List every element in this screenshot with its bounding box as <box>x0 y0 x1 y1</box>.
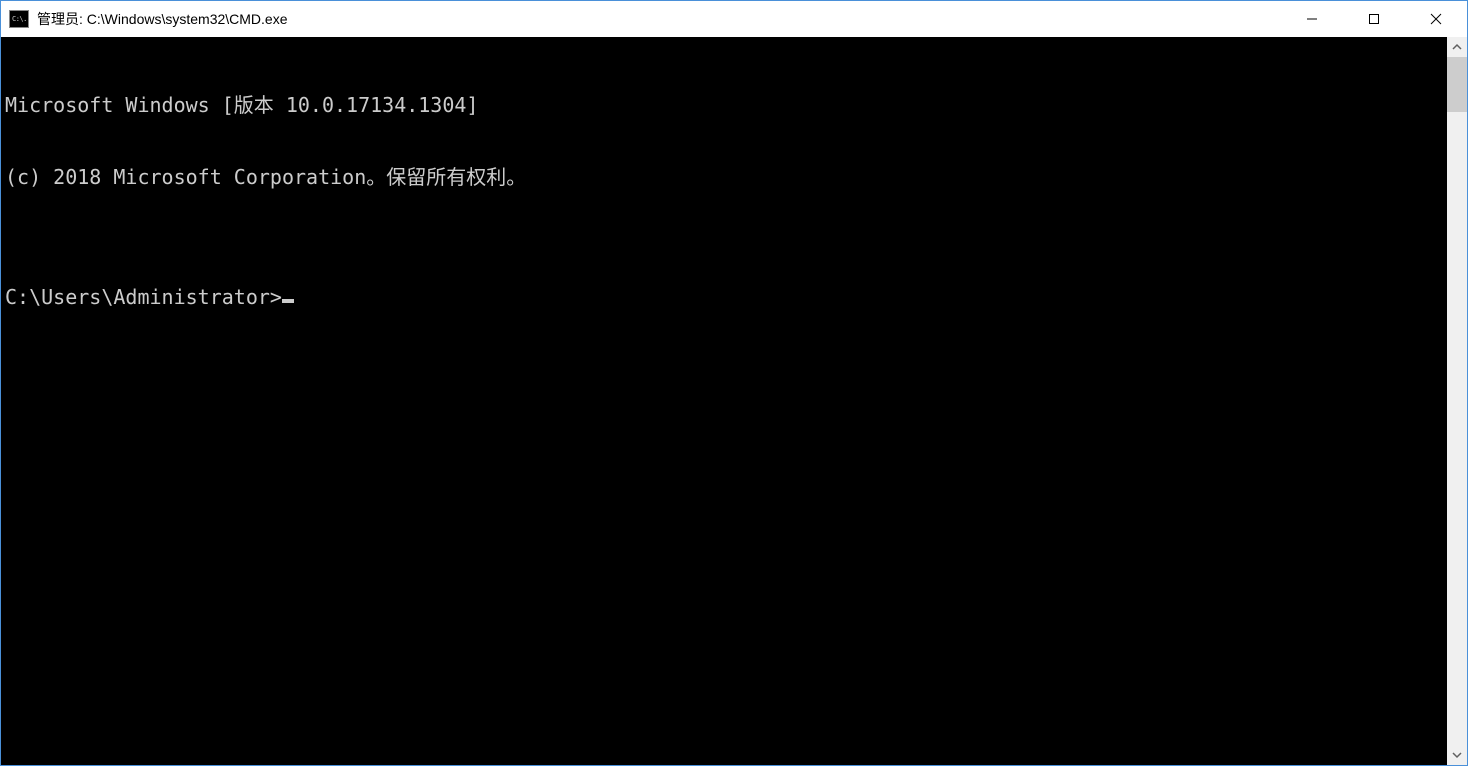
terminal-prompt: C:\Users\Administrator> <box>5 285 282 309</box>
maximize-button[interactable] <box>1343 1 1405 37</box>
close-button[interactable] <box>1405 1 1467 37</box>
titlebar[interactable]: C:\. 管理员: C:\Windows\system32\CMD.exe <box>1 1 1467 37</box>
terminal-prompt-line: C:\Users\Administrator> <box>5 285 1443 309</box>
terminal-body: Microsoft Windows [版本 10.0.17134.1304] (… <box>1 37 1467 765</box>
cmd-icon: C:\. <box>9 10 29 28</box>
window-title: 管理员: C:\Windows\system32\CMD.exe <box>37 9 1281 29</box>
vertical-scrollbar[interactable] <box>1447 37 1467 765</box>
chevron-up-icon <box>1452 42 1462 52</box>
cmd-icon-text: C:\. <box>12 16 27 23</box>
terminal-cursor <box>282 299 294 303</box>
terminal-output-line: Microsoft Windows [版本 10.0.17134.1304] <box>5 93 1443 117</box>
terminal-content[interactable]: Microsoft Windows [版本 10.0.17134.1304] (… <box>1 37 1447 765</box>
scroll-track[interactable] <box>1447 57 1467 745</box>
scroll-down-button[interactable] <box>1447 745 1467 765</box>
scroll-thumb[interactable] <box>1447 57 1467 112</box>
close-icon <box>1430 13 1442 25</box>
scroll-up-button[interactable] <box>1447 37 1467 57</box>
terminal-output-line: (c) 2018 Microsoft Corporation。保留所有权利。 <box>5 165 1443 189</box>
maximize-icon <box>1368 13 1380 25</box>
window-controls <box>1281 1 1467 37</box>
chevron-down-icon <box>1452 750 1462 760</box>
minimize-button[interactable] <box>1281 1 1343 37</box>
minimize-icon <box>1306 13 1318 25</box>
cmd-window: C:\. 管理员: C:\Windows\system32\CMD.exe <box>0 0 1468 766</box>
